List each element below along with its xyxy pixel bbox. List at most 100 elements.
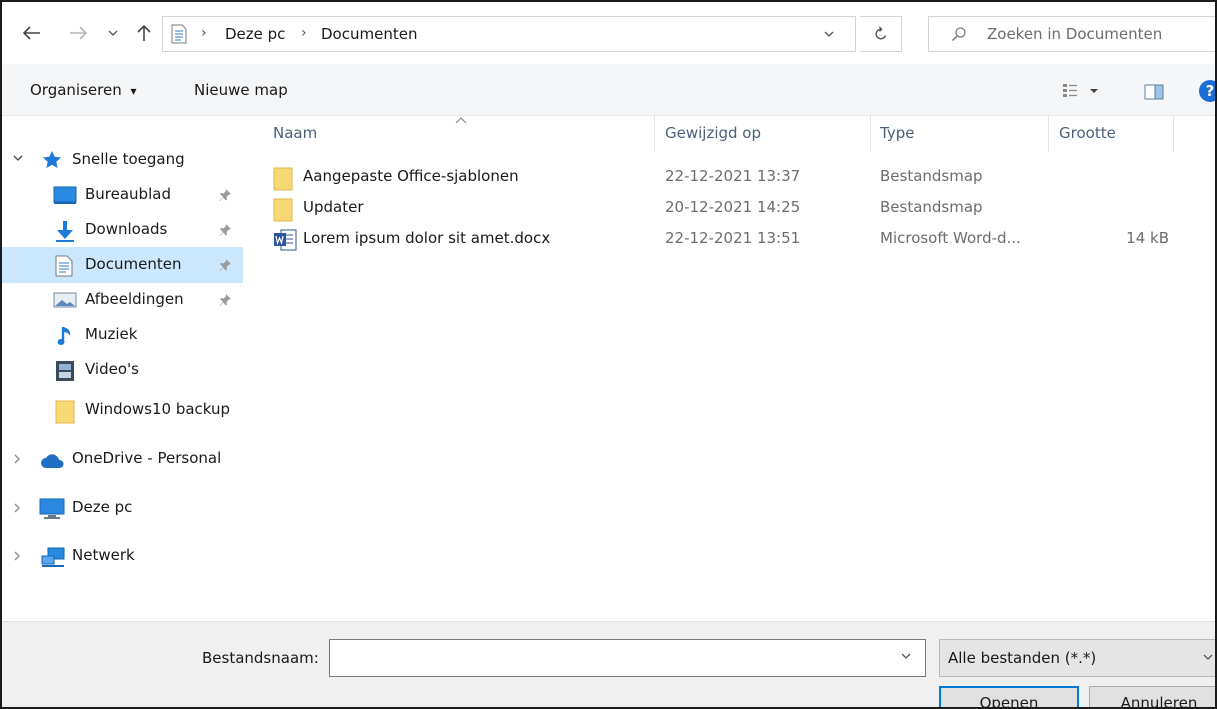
list-item[interactable]: Aangepaste Office-sjablonen 22-12-2021 1… <box>263 163 1183 193</box>
sidebar-item-quick-access[interactable]: Snelle toegang <box>2 142 243 178</box>
sidebar-item-desktop[interactable]: Bureaublad <box>2 177 243 213</box>
file-name: Aangepaste Office-sjablonen <box>303 167 519 185</box>
open-button[interactable]: Openen <box>939 686 1079 707</box>
sidebar-item-pictures[interactable]: Afbeeldingen <box>2 282 243 318</box>
up-button[interactable] <box>132 20 156 46</box>
chevron-down-icon <box>1203 654 1213 660</box>
cancel-button[interactable]: Annuleren <box>1089 686 1215 707</box>
filename-label: Bestandsnaam: <box>202 649 319 667</box>
file-modified: 22-12-2021 13:51 <box>665 229 801 247</box>
sidebar-item-label: Netwerk <box>72 546 135 564</box>
column-divider[interactable] <box>654 116 655 152</box>
sidebar-item-documents[interactable]: Documenten <box>2 247 243 283</box>
sidebar-item-label: Windows10 backup <box>85 400 231 418</box>
column-header-modified[interactable]: Gewijzigd op <box>665 124 761 142</box>
filename-input[interactable] <box>329 639 926 677</box>
address-row: › Deze pc › Documenten Zoeken in Documen… <box>2 2 1215 64</box>
up-arrow-icon <box>137 24 151 41</box>
pin-icon <box>219 189 231 201</box>
file-type: Bestandsmap <box>880 198 983 216</box>
pictures-icon <box>53 292 77 308</box>
organize-label: Organiseren <box>30 81 122 99</box>
list-item[interactable]: Lorem ipsum dolor sit amet.docx 22-12-20… <box>263 225 1183 255</box>
sidebar-item-onedrive[interactable]: OneDrive - Personal <box>2 441 243 477</box>
dialog-footer: Bestandsnaam: Alle bestanden (*.*) Opene… <box>2 621 1215 707</box>
file-modified: 22-12-2021 13:37 <box>665 167 801 185</box>
file-list: Naam Gewijzigd op Type Grootte Aangepast… <box>243 116 1215 621</box>
column-header-size[interactable]: Grootte <box>1059 124 1116 142</box>
downloads-icon <box>56 221 74 242</box>
sidebar-item-network[interactable]: Netwerk <box>2 538 243 574</box>
preview-pane-button[interactable] <box>1144 84 1164 104</box>
caret-down-icon: ▾ <box>130 84 137 98</box>
sidebar-item-music[interactable]: Muziek <box>2 317 243 353</box>
change-view-button[interactable] <box>1062 83 1102 103</box>
sidebar-item-label: Documenten <box>85 255 182 273</box>
search-icon <box>952 27 966 41</box>
word-document-icon <box>274 229 297 251</box>
breadcrumb-this-pc[interactable]: Deze pc <box>225 25 285 43</box>
column-divider[interactable] <box>870 116 871 152</box>
chevron-down-icon <box>108 30 118 36</box>
pin-icon <box>219 294 231 306</box>
desktop-icon <box>53 186 77 204</box>
column-divider[interactable] <box>1173 116 1174 152</box>
pin-icon <box>219 259 231 271</box>
sidebar-item-this-pc[interactable]: Deze pc <box>2 490 243 526</box>
sidebar-item-label: Bureaublad <box>85 185 171 203</box>
sidebar-item-label: Video's <box>85 360 139 378</box>
column-header-type[interactable]: Type <box>880 124 914 142</box>
file-type: Bestandsmap <box>880 167 983 185</box>
breadcrumb-documents[interactable]: Documenten <box>321 25 417 43</box>
chevron-down-icon[interactable] <box>12 152 24 164</box>
help-button[interactable]: ? <box>1199 80 1215 102</box>
file-open-dialog: › Deze pc › Documenten Zoeken in Documen… <box>0 0 1217 709</box>
sidebar-item-downloads[interactable]: Downloads <box>2 212 243 248</box>
back-arrow-icon <box>23 26 40 40</box>
search-placeholder: Zoeken in Documenten <box>987 25 1163 43</box>
sidebar-item-label: Deze pc <box>72 498 133 516</box>
documents-icon <box>171 24 187 44</box>
network-icon <box>41 547 65 567</box>
chevron-right-icon[interactable] <box>12 502 22 514</box>
sidebar-item-label: Downloads <box>85 220 168 238</box>
details-view-icon <box>1063 84 1098 97</box>
new-folder-button[interactable]: Nieuwe map <box>194 81 288 99</box>
list-item[interactable]: Updater 20-12-2021 14:25 Bestandsmap <box>263 194 1183 224</box>
back-button[interactable] <box>20 20 44 46</box>
breadcrumb-separator: › <box>201 25 207 41</box>
column-header-name[interactable]: Naam <box>273 124 317 142</box>
breadcrumb-separator: › <box>301 25 307 41</box>
filetype-select[interactable]: Alle bestanden (*.*) <box>939 639 1215 677</box>
folder-icon <box>55 400 75 424</box>
folder-icon <box>273 198 293 222</box>
sidebar-item-label: Afbeeldingen <box>85 290 184 308</box>
column-divider[interactable] <box>1048 116 1049 152</box>
recent-locations-button[interactable] <box>106 20 120 46</box>
chevron-right-icon[interactable] <box>12 550 22 562</box>
chevron-down-icon[interactable] <box>900 652 912 660</box>
file-type: Microsoft Word-d... <box>880 229 1021 247</box>
file-name: Lorem ipsum dolor sit amet.docx <box>303 229 551 247</box>
music-icon <box>57 327 71 345</box>
folder-icon <box>273 167 293 191</box>
sidebar-item-windows10-backup[interactable]: Windows10 backup <box>2 392 243 428</box>
address-bar[interactable]: › Deze pc › Documenten <box>162 16 856 52</box>
sidebar-item-videos[interactable]: Video's <box>2 352 243 388</box>
onedrive-icon <box>41 454 64 468</box>
chevron-down-icon[interactable] <box>819 26 839 42</box>
forward-arrow-icon <box>70 26 87 40</box>
file-name: Updater <box>303 198 364 216</box>
chevron-right-icon[interactable] <box>12 453 22 465</box>
search-box[interactable]: Zoeken in Documenten <box>928 16 1215 52</box>
documents-icon <box>55 255 73 277</box>
refresh-button[interactable] <box>860 16 902 52</box>
navigation-pane: Snelle toegang Bureaublad Downloads Docu… <box>2 116 243 621</box>
preview-pane-icon <box>1144 84 1164 100</box>
organize-menu[interactable]: Organiseren ▾ <box>30 81 137 99</box>
sort-ascending-icon <box>455 117 467 124</box>
videos-icon <box>56 361 74 381</box>
sidebar-item-label: OneDrive - Personal <box>72 449 222 467</box>
forward-button[interactable] <box>66 20 90 46</box>
filetype-value: Alle bestanden (*.*) <box>948 649 1097 667</box>
